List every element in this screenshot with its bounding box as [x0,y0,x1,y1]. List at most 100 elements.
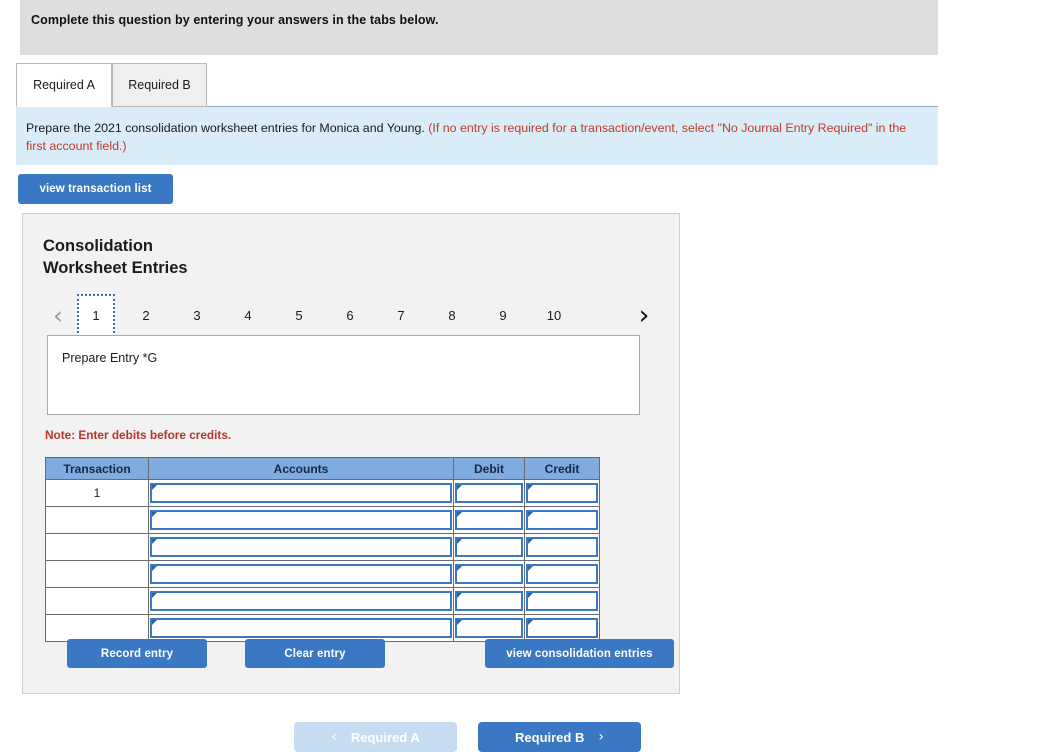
accounts-input[interactable] [152,594,450,610]
table-header-row: Transaction Accounts Debit Credit [45,457,600,480]
dropdown-marker-icon [152,512,162,517]
pager-page-9[interactable]: 9 [486,299,520,331]
dropdown-marker-icon [152,593,162,598]
table-row [45,560,600,588]
dropdown-marker-icon [528,539,538,544]
pager-page-5[interactable]: 5 [282,299,316,331]
dropdown-marker-icon [528,593,538,598]
dropdown-marker-icon [457,512,467,517]
dropdown-marker-icon [457,620,467,625]
consolidation-worksheet-panel: Consolidation Worksheet Entries ‹ 1 2 3 … [22,213,680,694]
tab-required-b-label: Required B [128,78,191,92]
panel-title-line1: Consolidation [43,237,153,255]
chevron-left-icon[interactable]: ‹ [45,294,71,336]
cell-accounts[interactable] [148,479,454,507]
table-row: 1 [45,479,600,507]
question-prompt: Complete this question by entering your … [31,13,439,27]
accounts-input[interactable] [152,567,450,583]
accounts-input[interactable] [152,540,450,556]
cell-transaction [45,533,149,561]
tab-required-b[interactable]: Required B [112,63,207,107]
panel-title-line2: Worksheet Entries [43,259,188,277]
cell-transaction: 1 [45,479,149,507]
dropdown-marker-icon [528,512,538,517]
view-transaction-list-button[interactable]: view transaction list [18,174,173,204]
dropdown-marker-icon [457,566,467,571]
pager-page-3[interactable]: 3 [180,299,214,331]
tab-strip: Required A Required B [16,63,938,107]
credit-input[interactable] [528,540,596,556]
cell-accounts[interactable] [148,587,454,615]
cell-debit[interactable] [453,479,525,507]
chevron-left-icon: ‹ [331,729,337,745]
credit-input[interactable] [528,621,596,637]
pager-page-4[interactable]: 4 [231,299,265,331]
pager-page-1[interactable]: 1 [77,294,115,337]
dropdown-marker-icon [528,620,538,625]
cell-debit[interactable] [453,533,525,561]
debits-before-credits-note: Note: Enter debits before credits. [45,428,232,442]
accounts-input[interactable] [152,486,450,502]
dropdown-marker-icon [457,593,467,598]
bottom-navigation: ‹ Required A Required B › [0,722,1043,752]
column-header-credit: Credit [524,457,600,480]
cell-credit[interactable] [524,560,600,588]
view-consolidation-entries-button[interactable]: view consolidation entries [485,639,674,668]
dropdown-marker-icon [152,539,162,544]
dropdown-marker-icon [457,539,467,544]
pager-page-10[interactable]: 10 [537,299,571,331]
tab-required-a[interactable]: Required A [16,63,112,107]
cell-transaction [45,506,149,534]
column-header-debit: Debit [453,457,525,480]
cell-accounts[interactable] [148,506,454,534]
chevron-right-icon: › [598,729,604,745]
pager-page-2[interactable]: 2 [129,299,163,331]
dropdown-marker-icon [152,485,162,490]
credit-input[interactable] [528,486,596,502]
cell-credit[interactable] [524,506,600,534]
chevron-right-icon[interactable]: › [631,294,657,336]
dropdown-marker-icon [152,566,162,571]
entry-description-text: Prepare Entry *G [62,351,158,365]
cell-credit[interactable] [524,614,600,642]
cell-credit[interactable] [524,587,600,615]
cell-debit[interactable] [453,587,525,615]
accounts-input[interactable] [152,513,450,529]
entry-description-box: Prepare Entry *G [47,335,640,415]
cell-transaction [45,587,149,615]
requirement-text: Prepare the 2021 consolidation worksheet… [26,119,926,155]
nav-previous-label: Required A [350,729,420,745]
record-entry-button[interactable]: Record entry [67,639,207,668]
nav-previous-required-a[interactable]: ‹ Required A [294,722,457,752]
nav-next-label: Required B [515,729,585,745]
pager-page-7[interactable]: 7 [384,299,418,331]
accounts-input[interactable] [152,621,450,637]
cell-accounts[interactable] [148,533,454,561]
entry-pagination: ‹ 1 2 3 4 5 6 7 8 9 10 › [45,294,657,337]
journal-entry-table: Transaction Accounts Debit Credit 1 [45,457,600,642]
cell-debit[interactable] [453,506,525,534]
nav-next-required-b[interactable]: Required B › [478,722,641,752]
cell-debit[interactable] [453,560,525,588]
tab-required-a-label: Required A [33,78,95,92]
credit-input[interactable] [528,594,596,610]
question-bar: Complete this question by entering your … [20,0,938,55]
cell-accounts[interactable] [148,560,454,588]
pager-page-6[interactable]: 6 [333,299,367,331]
table-row [45,614,600,642]
table-row [45,533,600,561]
column-header-transaction: Transaction [45,457,149,480]
dropdown-marker-icon [528,566,538,571]
cell-accounts[interactable] [148,614,454,642]
dropdown-marker-icon [152,620,162,625]
cell-transaction [45,560,149,588]
dropdown-marker-icon [528,485,538,490]
credit-input[interactable] [528,513,596,529]
pager-page-8[interactable]: 8 [435,299,469,331]
cell-credit[interactable] [524,533,600,561]
cell-credit[interactable] [524,479,600,507]
table-row [45,506,600,534]
credit-input[interactable] [528,567,596,583]
clear-entry-button[interactable]: Clear entry [245,639,385,668]
cell-debit[interactable] [453,614,525,642]
